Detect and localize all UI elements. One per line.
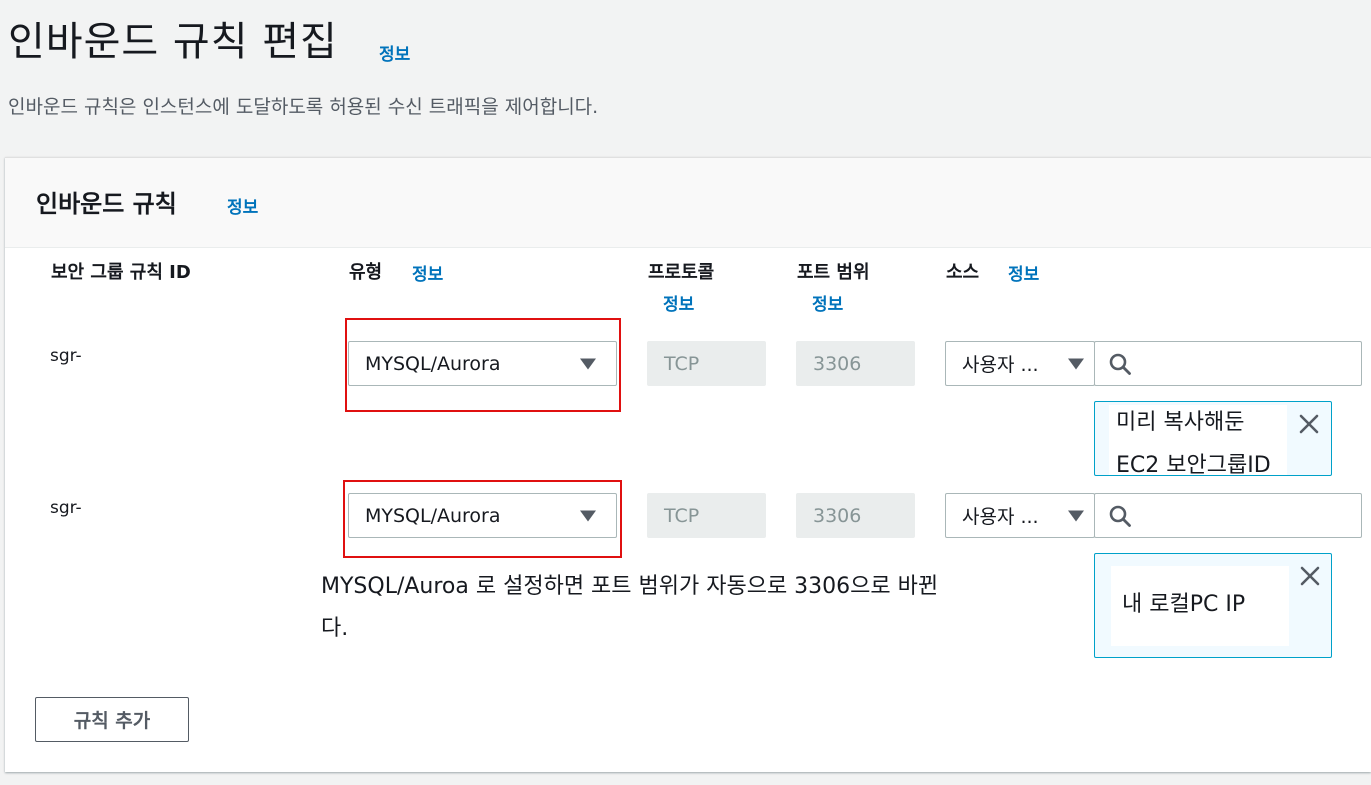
column-header-type: 유형 — [349, 262, 383, 283]
close-icon[interactable] — [1298, 564, 1322, 588]
type-select-value: MYSQL/Aurora — [365, 504, 501, 527]
port-range-field: 3306 — [796, 493, 915, 538]
add-rule-button[interactable]: 규칙 추가 — [35, 697, 189, 742]
source-type-value: 사용자 ... — [962, 354, 1039, 376]
search-icon — [1109, 353, 1131, 375]
protocol-field: TCP — [647, 493, 766, 538]
source-type-select[interactable]: 사용자 ... — [945, 493, 1095, 538]
column-header-source: 소스 — [946, 262, 980, 283]
source-search-input[interactable] — [1094, 341, 1362, 386]
panel-header — [5, 158, 1371, 248]
type-select[interactable]: MYSQL/Aurora — [348, 493, 617, 538]
caret-down-icon — [1068, 358, 1084, 369]
token-label-line-2: EC2 보안그룹ID — [1116, 453, 1271, 478]
column-header-port-range: 포트 범위 — [797, 262, 870, 283]
type-select-value: MYSQL/Aurora — [365, 352, 501, 375]
token-label-line-1: 미리 복사해둔 — [1116, 410, 1245, 435]
source-info-link[interactable]: 정보 — [1008, 260, 1039, 285]
token-label-line-1: 내 로컬PC IP — [1122, 592, 1246, 617]
protocol-info-link[interactable]: 정보 — [663, 290, 694, 315]
page-info-link[interactable]: 정보 — [379, 40, 410, 65]
column-header-rule-id: 보안 그룹 규칙 ID — [51, 262, 191, 283]
column-header-protocol: 프로토콜 — [648, 262, 715, 283]
caret-down-icon — [580, 510, 596, 521]
source-type-value: 사용자 ... — [962, 506, 1039, 528]
protocol-field: TCP — [647, 341, 766, 386]
source-search-input[interactable] — [1094, 493, 1362, 538]
type-select[interactable]: MYSQL/Aurora — [348, 341, 617, 386]
close-icon[interactable] — [1297, 412, 1321, 436]
panel-title: 인바운드 규칙 — [36, 190, 177, 218]
page-title: 인바운드 규칙 편집 — [8, 19, 338, 65]
caret-down-icon — [1068, 510, 1084, 521]
source-type-select[interactable]: 사용자 ... — [945, 341, 1095, 386]
rule-id: sgr- — [50, 498, 82, 518]
port-range-info-link[interactable]: 정보 — [812, 290, 843, 315]
rule-id: sgr- — [50, 346, 82, 366]
source-token: 미리 복사해둔 EC2 보안그룹ID — [1094, 401, 1332, 478]
annotation-note-line-1: MYSQL/Auroa 로 설정하면 포트 범위가 자동으로 3306으로 바뀐 — [321, 574, 939, 599]
page-description: 인바운드 규칙은 인스턴스에 도달하도록 허용된 수신 트래픽을 제어합니다. — [8, 96, 599, 118]
annotation-note-line-2: 다. — [321, 616, 349, 641]
port-range-field: 3306 — [796, 341, 915, 386]
type-info-link[interactable]: 정보 — [412, 260, 443, 285]
caret-down-icon — [580, 358, 596, 369]
panel-info-link[interactable]: 정보 — [227, 193, 258, 218]
source-token: 내 로컬PC IP — [1094, 553, 1332, 658]
search-icon — [1109, 505, 1131, 527]
